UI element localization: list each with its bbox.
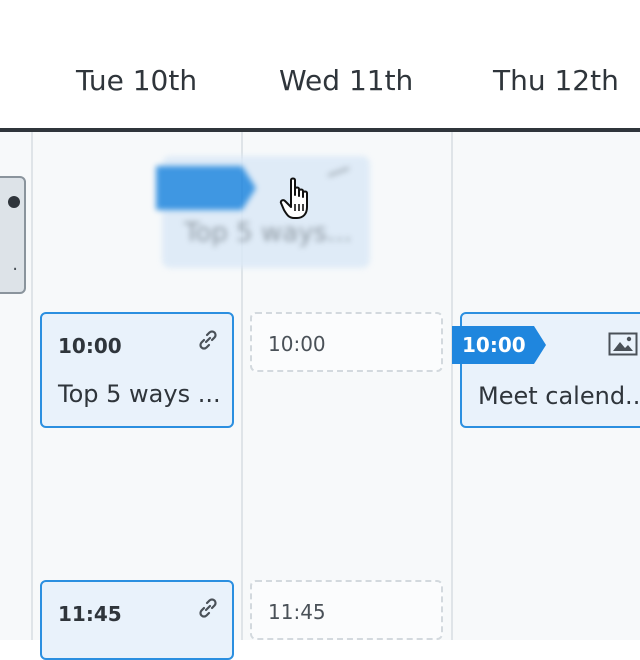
calendar-grid: . 10:00 Top 5 ways ... 11:45 10:00 11:45… <box>0 132 640 660</box>
previous-day-event-card[interactable]: . <box>0 176 26 294</box>
status-dot-icon <box>8 196 20 208</box>
day-header-tue: Tue 10th <box>76 64 198 97</box>
event-title: Top 5 ways ... <box>58 380 221 408</box>
link-icon[interactable] <box>196 328 220 352</box>
slot-time: 10:00 <box>268 332 326 356</box>
event-card[interactable]: 11:45 <box>40 580 234 660</box>
slot-time: 11:45 <box>268 600 326 624</box>
dragging-event-card[interactable]: Top 5 ways... <box>156 156 370 268</box>
day-header-wed: Wed 11th <box>279 64 414 97</box>
link-icon[interactable] <box>196 596 220 620</box>
event-time-badge: 10:00 <box>452 326 534 364</box>
previous-day-event-text: . <box>12 254 18 275</box>
event-time: 10:00 <box>58 334 122 358</box>
event-card[interactable]: 10:00 Top 5 ways ... <box>40 312 234 428</box>
ghost-title: Top 5 ways... <box>184 218 352 248</box>
event-time: 11:45 <box>58 602 122 626</box>
time-slot[interactable]: 10:00 <box>250 312 443 372</box>
ghost-badge <box>156 166 242 210</box>
badge-arrow <box>534 326 546 364</box>
image-icon <box>608 332 638 356</box>
column-divider <box>31 132 33 640</box>
hand-cursor-icon <box>279 177 308 219</box>
calendar-header: Tue 10th Wed 11th Thu 12th <box>0 0 640 132</box>
ghost-link-icon <box>327 166 355 191</box>
event-title: Meet calend... <box>478 382 640 410</box>
time-slot[interactable]: 11:45 <box>250 580 443 640</box>
day-header-thu: Thu 12th <box>493 64 619 97</box>
column-divider <box>451 132 453 640</box>
event-card[interactable]: 10:00 Meet calend... <box>452 312 640 428</box>
ghost-badge-arrow <box>242 166 256 210</box>
